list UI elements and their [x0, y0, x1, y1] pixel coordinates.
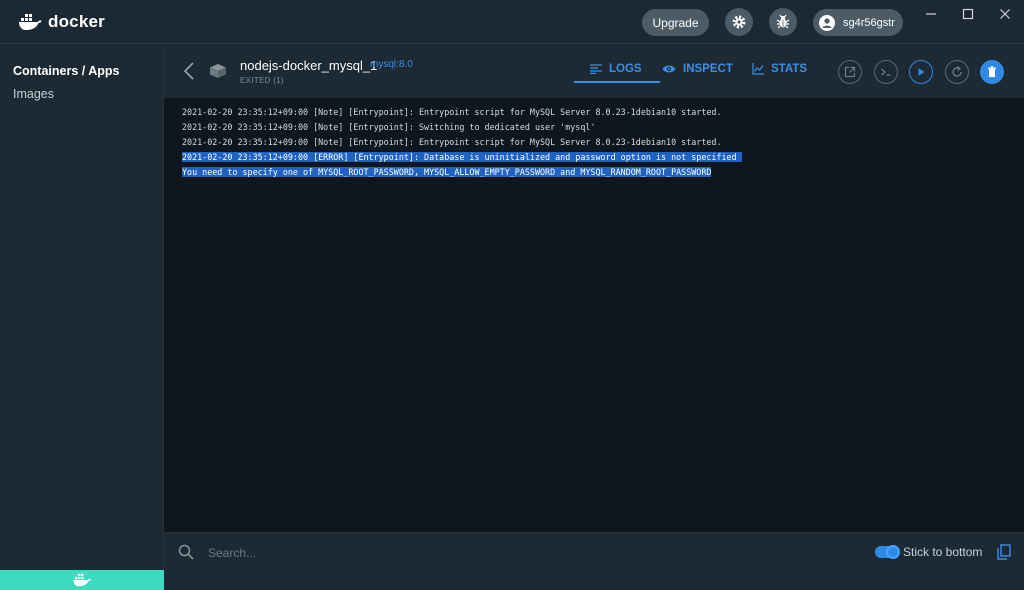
docker-whale-icon [73, 573, 91, 587]
gear-icon [732, 15, 746, 29]
stick-to-bottom-toggle[interactable] [875, 545, 900, 559]
log-output[interactable]: 2021-02-20 23:35:12+09:00 [Note] [Entryp… [164, 98, 1024, 532]
start-button[interactable] [909, 60, 933, 84]
user-avatar-icon [819, 14, 835, 31]
tab-stats[interactable]: STATS [752, 59, 807, 79]
log-line-selected: 2021-02-20 23:35:12+09:00 [ERROR] [Entry… [182, 150, 1024, 165]
container-status: EXITED (1) [240, 76, 284, 85]
docker-desktop-window: docker Upgrade sg4r56gstr Containers / A… [0, 0, 1024, 590]
close-icon [1000, 9, 1010, 19]
container-image-link[interactable]: mysql:8.0 [370, 59, 413, 70]
bug-icon [776, 14, 790, 29]
copy-logs-button[interactable] [997, 544, 1011, 565]
log-line-text: You need to specify one of MYSQL_ROOT_PA… [182, 167, 712, 177]
close-window-button[interactable] [997, 6, 1013, 22]
sidebar-item-containers[interactable]: Containers / Apps [13, 64, 120, 78]
stats-icon [752, 63, 764, 75]
log-line: 2021-02-20 23:35:12+09:00 [Note] [Entryp… [182, 105, 1024, 120]
bottom-strip [164, 570, 1024, 590]
cli-icon [881, 68, 891, 76]
back-button[interactable] [182, 61, 196, 81]
sidebar-item-images[interactable]: Images [13, 87, 54, 101]
copy-icon [997, 544, 1011, 560]
whale-status-bar[interactable] [0, 570, 164, 590]
tab-inspect[interactable]: INSPECT [662, 59, 733, 79]
maximize-icon [962, 8, 974, 20]
minimize-icon [926, 13, 936, 15]
docker-logo: docker [18, 12, 105, 32]
cli-button[interactable] [874, 60, 898, 84]
open-in-browser-button[interactable] [838, 60, 862, 84]
log-line: 2021-02-20 23:35:12+09:00 [Note] [Entryp… [182, 135, 1024, 150]
tab-logs-label: LOGS [609, 63, 642, 75]
log-line-text: 2021-02-20 23:35:12+09:00 [Note] [Entryp… [182, 137, 722, 147]
eye-icon [662, 65, 676, 73]
username: sg4r56gstr [843, 16, 895, 29]
search-input[interactable] [208, 543, 508, 563]
title-bar: docker Upgrade sg4r56gstr [0, 0, 1024, 44]
maximize-button[interactable] [960, 6, 976, 22]
container-name: nodejs-docker_mysql_1 [240, 58, 378, 73]
delete-button[interactable] [980, 60, 1004, 84]
stick-to-bottom-label: Stick to bottom [903, 545, 983, 559]
minimize-button[interactable] [923, 6, 939, 22]
tab-inspect-label: INSPECT [683, 63, 733, 75]
open-browser-icon [844, 66, 856, 78]
docker-whale-icon [19, 14, 42, 30]
sidebar: Containers / Apps Images [0, 45, 164, 590]
container-icon [209, 63, 227, 84]
log-line: 2021-02-20 23:35:12+09:00 [Note] [Entryp… [182, 120, 1024, 135]
log-line-selected: You need to specify one of MYSQL_ROOT_PA… [182, 165, 1024, 180]
upgrade-button[interactable]: Upgrade [642, 9, 709, 36]
log-line-text: 2021-02-20 23:35:12+09:00 [ERROR] [Entry… [182, 152, 742, 162]
active-tab-indicator [574, 81, 660, 83]
user-menu[interactable]: sg4r56gstr [813, 9, 903, 36]
container-header: nodejs-docker_mysql_1 mysql:8.0 EXITED (… [164, 45, 1024, 98]
chevron-left-icon [183, 62, 194, 80]
search-icon [178, 544, 194, 560]
log-line-text: 2021-02-20 23:35:12+09:00 [Note] [Entryp… [182, 122, 596, 132]
tab-stats-label: STATS [771, 63, 807, 75]
logs-icon [590, 64, 602, 74]
tab-logs[interactable]: LOGS [590, 59, 642, 79]
toggle-knob [886, 545, 900, 559]
troubleshoot-button[interactable] [769, 8, 797, 36]
start-icon [918, 68, 925, 76]
log-footer: Stick to bottom [164, 532, 1024, 570]
delete-icon [988, 66, 996, 77]
container-box-icon [210, 64, 226, 78]
settings-button[interactable] [725, 8, 753, 36]
restart-icon [952, 66, 962, 77]
restart-button[interactable] [945, 60, 969, 84]
log-line-text: 2021-02-20 23:35:12+09:00 [Note] [Entryp… [182, 107, 722, 117]
app-name: docker [48, 12, 105, 31]
